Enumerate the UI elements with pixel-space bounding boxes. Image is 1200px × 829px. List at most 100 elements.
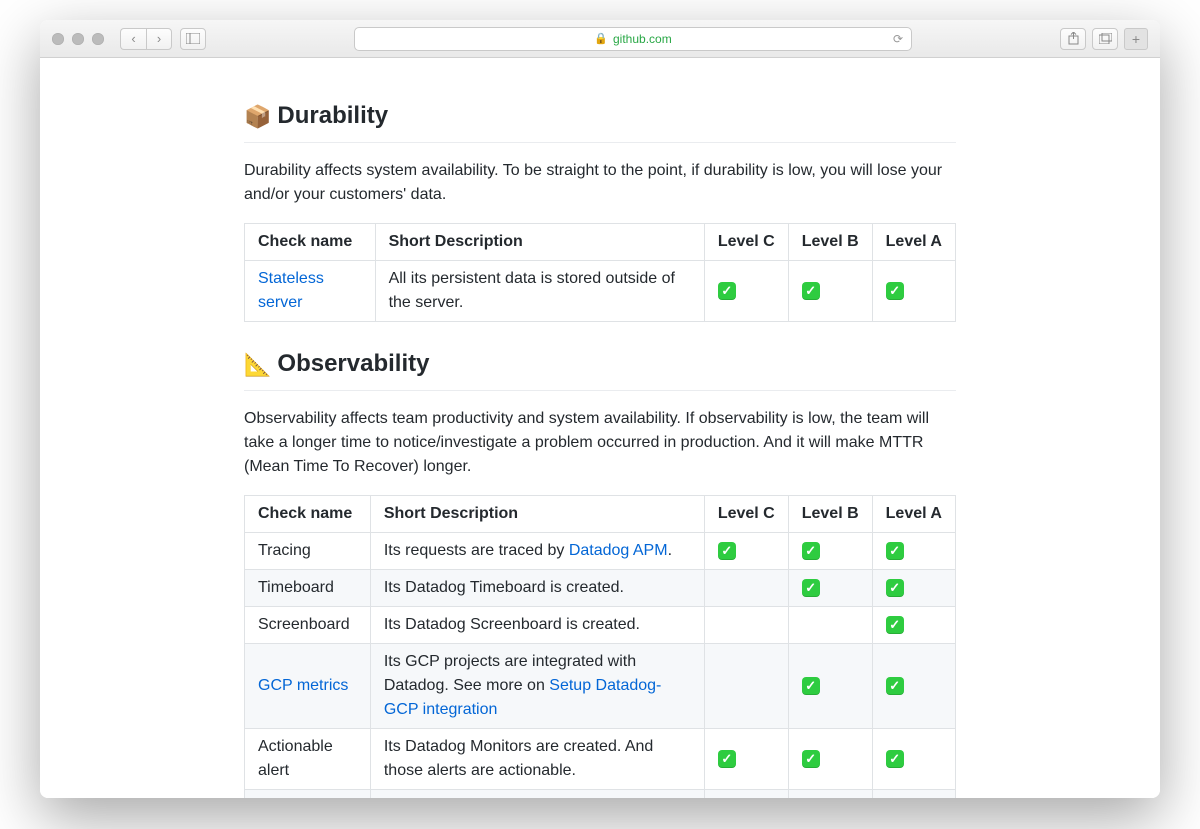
table-row: TracingIts requests are traced by Datado… <box>245 533 956 570</box>
table-row: GCP metrics Its GCP projects are integrat… <box>245 644 956 729</box>
table-header: Level A <box>872 224 955 261</box>
level-cell: ✓ <box>704 729 788 790</box>
table-row: TimeboardIts Datadog Timeboard is create… <box>245 570 956 607</box>
level-cell: ✓ <box>704 261 788 322</box>
check-name-cell: Tracing <box>245 533 371 570</box>
lock-icon: 🔒 <box>594 32 608 45</box>
level-cell: ✓ <box>788 261 872 322</box>
close-window-button[interactable] <box>52 33 64 45</box>
level-cell: ✓ <box>788 644 872 729</box>
check-desc-cell: Its warning alerts are sent to Slack or … <box>370 790 704 799</box>
check-icon: ✓ <box>886 282 904 300</box>
url-domain: github.com <box>613 32 672 46</box>
check-name-cell: Timeboard <box>245 570 371 607</box>
inline-link[interactable]: Datadog APM <box>569 542 668 559</box>
check-icon: ✓ <box>802 579 820 597</box>
forward-button[interactable]: › <box>146 28 172 50</box>
level-cell: ✓ <box>872 261 955 322</box>
section-title: Observability <box>277 346 429 382</box>
check-name-cell: Screenboard <box>245 607 371 644</box>
check-desc-cell: Its GCP projects are integrated with Dat… <box>370 644 704 729</box>
sidebar-button[interactable] <box>180 28 206 50</box>
section-emoji-icon: 📐 <box>244 348 271 381</box>
level-cell: ✓ <box>872 607 955 644</box>
check-icon: ✓ <box>802 750 820 768</box>
check-icon: ✓ <box>718 542 736 560</box>
check-name-link[interactable]: Stateless server <box>258 270 324 311</box>
check-icon: ✓ <box>886 616 904 634</box>
table-header: Level C <box>704 496 788 533</box>
minimize-window-button[interactable] <box>72 33 84 45</box>
table-header: Check name <box>245 224 376 261</box>
level-cell <box>704 607 788 644</box>
table-header: Short Description <box>370 496 704 533</box>
table-header: Level C <box>704 224 788 261</box>
level-cell: ✓ <box>872 570 955 607</box>
checks-table: Check nameShort DescriptionLevel CLevel … <box>244 223 956 322</box>
level-cell: ✓ <box>872 729 955 790</box>
check-icon: ✓ <box>886 542 904 560</box>
check-desc-cell: Its Datadog Monitors are created. And th… <box>370 729 704 790</box>
table-header: Check name <box>245 496 371 533</box>
safari-window: ‹ › 🔒 github.com ⟳ + 📦 DurabilityDurabil… <box>40 20 1160 798</box>
section-heading: 📐 Observability <box>244 346 956 391</box>
check-icon: ✓ <box>802 677 820 695</box>
table-row: Warning alertIts warning alerts are sent… <box>245 790 956 799</box>
titlebar: ‹ › 🔒 github.com ⟳ + <box>40 20 1160 58</box>
level-cell: ✓ <box>788 790 872 799</box>
table-header: Level B <box>788 224 872 261</box>
section-intro: Durability affects system availability. … <box>244 159 956 207</box>
check-icon: ✓ <box>718 750 736 768</box>
check-icon: ✓ <box>886 579 904 597</box>
nav-back-forward: ‹ › <box>120 28 172 50</box>
level-cell: ✓ <box>872 533 955 570</box>
page-content: 📦 Durability Durability affects system av… <box>40 58 1160 798</box>
level-cell <box>704 644 788 729</box>
address-bar[interactable]: 🔒 github.com ⟳ <box>354 27 912 51</box>
table-header: Short Description <box>375 224 704 261</box>
checks-table: Check nameShort DescriptionLevel CLevel … <box>244 495 956 798</box>
new-tab-button[interactable]: + <box>1124 28 1148 50</box>
check-icon: ✓ <box>802 282 820 300</box>
table-row: ScreenboardIts Datadog Screenboard is cr… <box>245 607 956 644</box>
inline-link[interactable]: Setup Datadog-GCP integration <box>384 677 662 718</box>
window-controls <box>52 33 104 45</box>
level-cell: ✓ <box>788 533 872 570</box>
table-header: Level A <box>872 496 955 533</box>
level-cell: ✓ <box>788 729 872 790</box>
level-cell: ✓ <box>788 570 872 607</box>
check-icon: ✓ <box>886 750 904 768</box>
check-name-cell: Stateless server <box>245 261 376 322</box>
section-title: Durability <box>277 98 388 134</box>
table-header: Level B <box>788 496 872 533</box>
zoom-window-button[interactable] <box>92 33 104 45</box>
level-cell <box>704 790 788 799</box>
table-row: Stateless server All its persistent data … <box>245 261 956 322</box>
level-cell: ✓ <box>872 644 955 729</box>
level-cell: ✓ <box>872 790 955 799</box>
check-name-cell: GCP metrics <box>245 644 371 729</box>
check-name-cell: Actionable alert <box>245 729 371 790</box>
level-cell: ✓ <box>704 533 788 570</box>
check-desc-cell: All its persistent data is stored outsid… <box>375 261 704 322</box>
check-icon: ✓ <box>718 282 736 300</box>
markdown-body: 📦 Durability Durability affects system av… <box>220 58 980 798</box>
share-button[interactable] <box>1060 28 1086 50</box>
check-desc-cell: Its requests are traced by Datadog APM. <box>370 533 704 570</box>
section-intro: Observability affects team productivity … <box>244 407 956 479</box>
level-cell <box>704 570 788 607</box>
level-cell <box>788 607 872 644</box>
check-desc-cell: Its Datadog Screenboard is created. <box>370 607 704 644</box>
section-heading: 📦 Durability <box>244 98 956 143</box>
table-row: Actionable alertIts Datadog Monitors are… <box>245 729 956 790</box>
section-emoji-icon: 📦 <box>244 100 271 133</box>
reload-icon[interactable]: ⟳ <box>893 32 903 46</box>
back-button[interactable]: ‹ <box>120 28 146 50</box>
check-name-cell: Warning alert <box>245 790 371 799</box>
check-desc-cell: Its Datadog Timeboard is created. <box>370 570 704 607</box>
toolbar-right: + <box>1060 28 1148 50</box>
tabs-button[interactable] <box>1092 28 1118 50</box>
check-icon: ✓ <box>886 677 904 695</box>
check-icon: ✓ <box>802 542 820 560</box>
check-name-link[interactable]: GCP metrics <box>258 677 348 694</box>
